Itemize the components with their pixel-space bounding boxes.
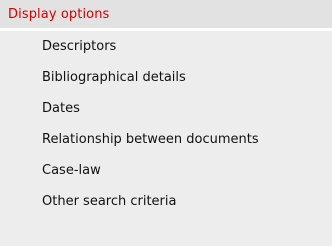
menu-item-label: Other search criteria bbox=[42, 194, 177, 209]
menu-item-relationship-between-documents[interactable]: Relationship between documents bbox=[0, 124, 332, 155]
menu-item-label: Bibliographical details bbox=[42, 70, 186, 85]
menu-item-dates[interactable]: Dates bbox=[0, 93, 332, 124]
menu-item-other-search-criteria[interactable]: Other search criteria bbox=[0, 186, 332, 217]
menu-item-descriptors[interactable]: Descriptors bbox=[0, 31, 332, 62]
menu-item-label: Descriptors bbox=[42, 39, 117, 54]
menu-item-label: Dates bbox=[42, 101, 80, 116]
panel-title: Display options bbox=[8, 6, 110, 22]
menu-item-label: Case-law bbox=[42, 163, 101, 178]
menu-item-label: Relationship between documents bbox=[42, 132, 259, 147]
display-options-panel: Display options Descriptors Bibliographi… bbox=[0, 0, 332, 246]
display-options-menu: Descriptors Bibliographical details Date… bbox=[0, 31, 332, 217]
menu-item-bibliographical-details[interactable]: Bibliographical details bbox=[0, 62, 332, 93]
menu-item-case-law[interactable]: Case-law bbox=[0, 155, 332, 186]
panel-header: Display options bbox=[0, 0, 332, 31]
